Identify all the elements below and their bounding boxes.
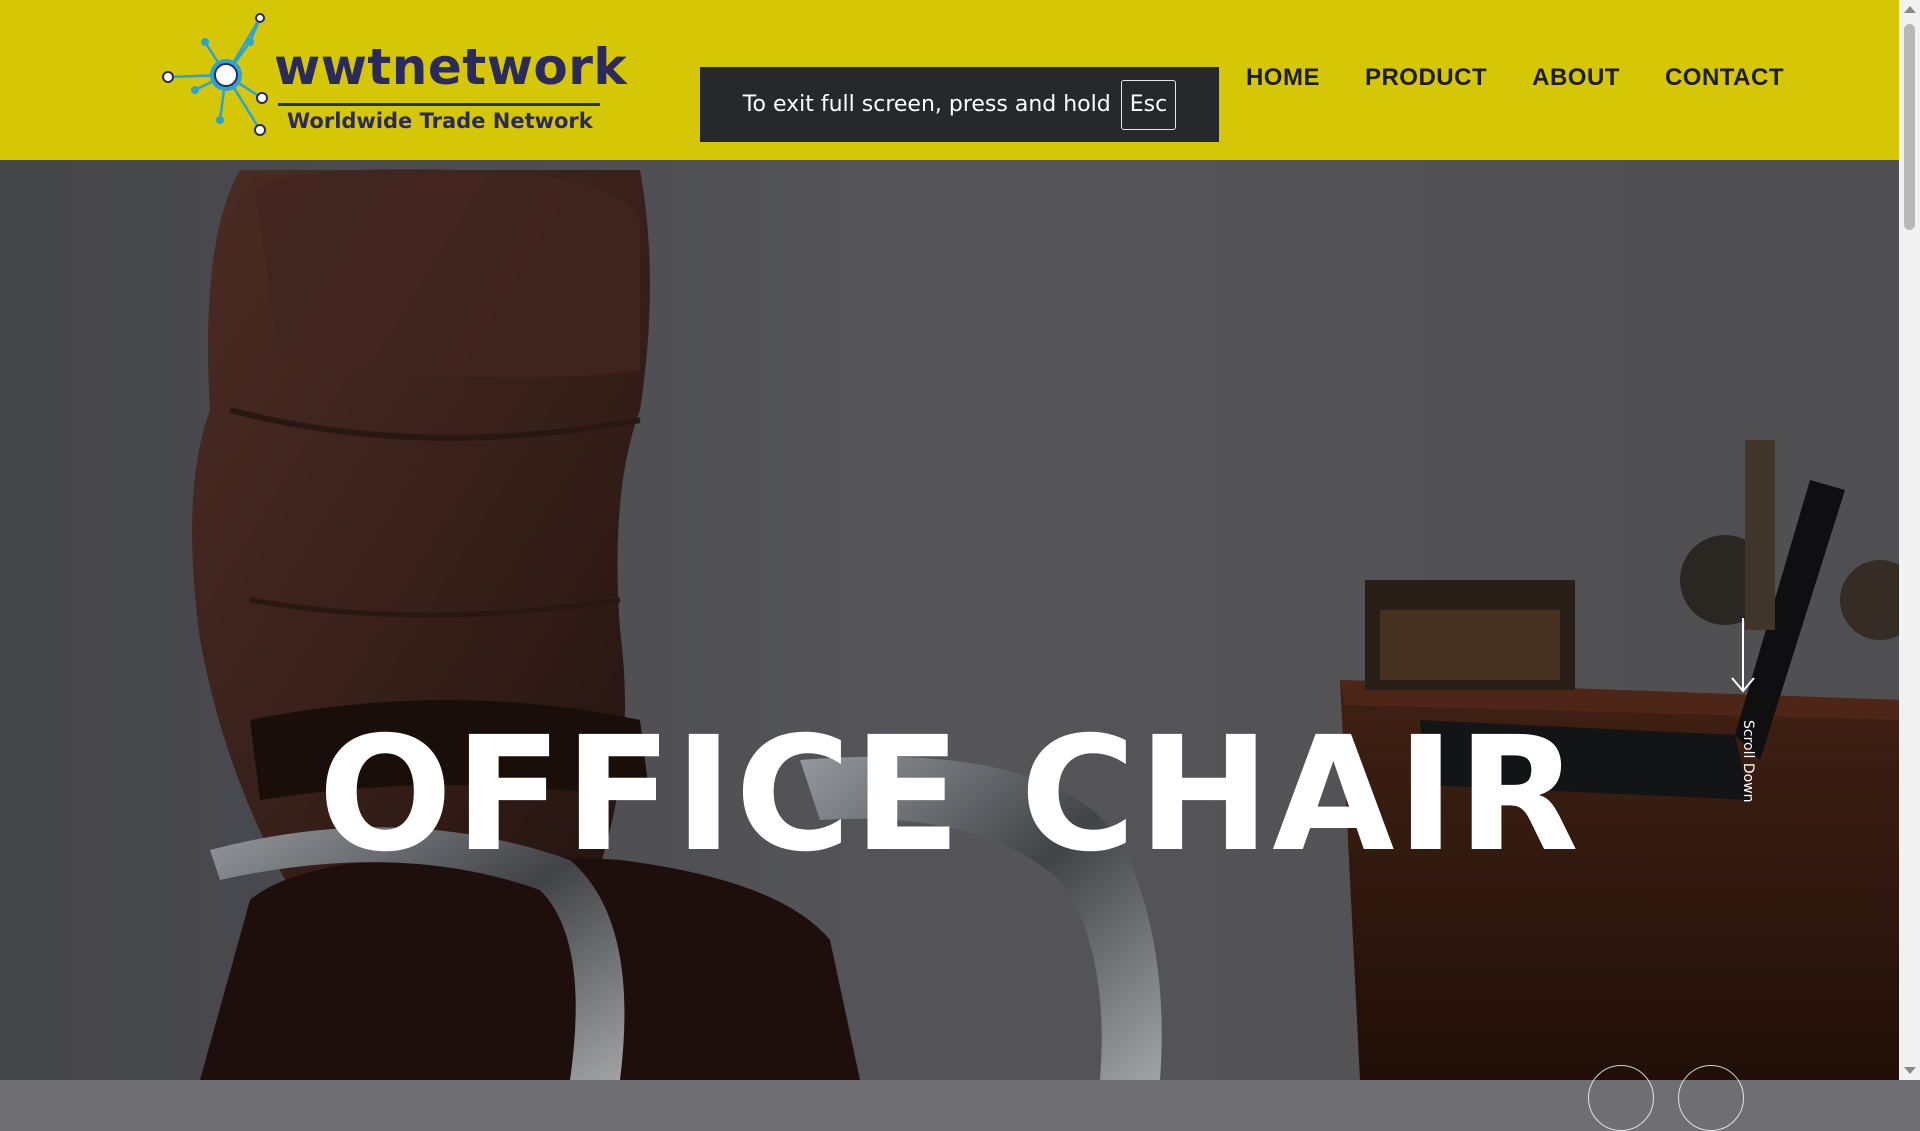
- logo-underline: [278, 103, 600, 106]
- page-scrollbar[interactable]: [1899, 0, 1920, 1080]
- hero-background-image: [0, 160, 1899, 1080]
- nav-home[interactable]: HOME: [1246, 64, 1320, 92]
- logo-wordmark: wwtnetwork: [274, 38, 628, 96]
- network-node-logo-icon: [162, 13, 268, 136]
- scroll-down-label: Scroll Down: [1740, 720, 1756, 803]
- hero-title: OFFICE CHAIR: [318, 702, 1581, 887]
- carousel-prev-button[interactable]: [1588, 1065, 1654, 1131]
- esc-key-badge: Esc: [1120, 79, 1177, 130]
- scroll-down-icon[interactable]: [1904, 1067, 1916, 1074]
- scroll-down-link[interactable]: Scroll Down: [1728, 618, 1758, 818]
- logo-tagline: Worldwide Trade Network: [287, 109, 593, 133]
- nav-product[interactable]: PRODUCT: [1365, 64, 1487, 92]
- hero-banner: OFFICE CHAIR Scroll Down: [0, 160, 1899, 1080]
- scroll-up-icon[interactable]: [1904, 6, 1916, 13]
- fullscreen-exit-notice: To exit full screen, press and hold Esc: [700, 67, 1219, 142]
- scroll-down-arrow-icon: [1731, 618, 1755, 693]
- nav-contact[interactable]: CONTACT: [1665, 64, 1784, 92]
- scrollbar-thumb[interactable]: [1904, 24, 1915, 230]
- site-logo[interactable]: wwtnetwork Worldwide Trade Network: [150, 10, 627, 140]
- fullscreen-notice-text: To exit full screen, press and hold: [742, 92, 1111, 117]
- main-nav: HOME PRODUCT ABOUT CONTACT: [1246, 64, 1784, 92]
- carousel-next-button[interactable]: [1678, 1065, 1744, 1131]
- nav-about[interactable]: ABOUT: [1532, 64, 1620, 92]
